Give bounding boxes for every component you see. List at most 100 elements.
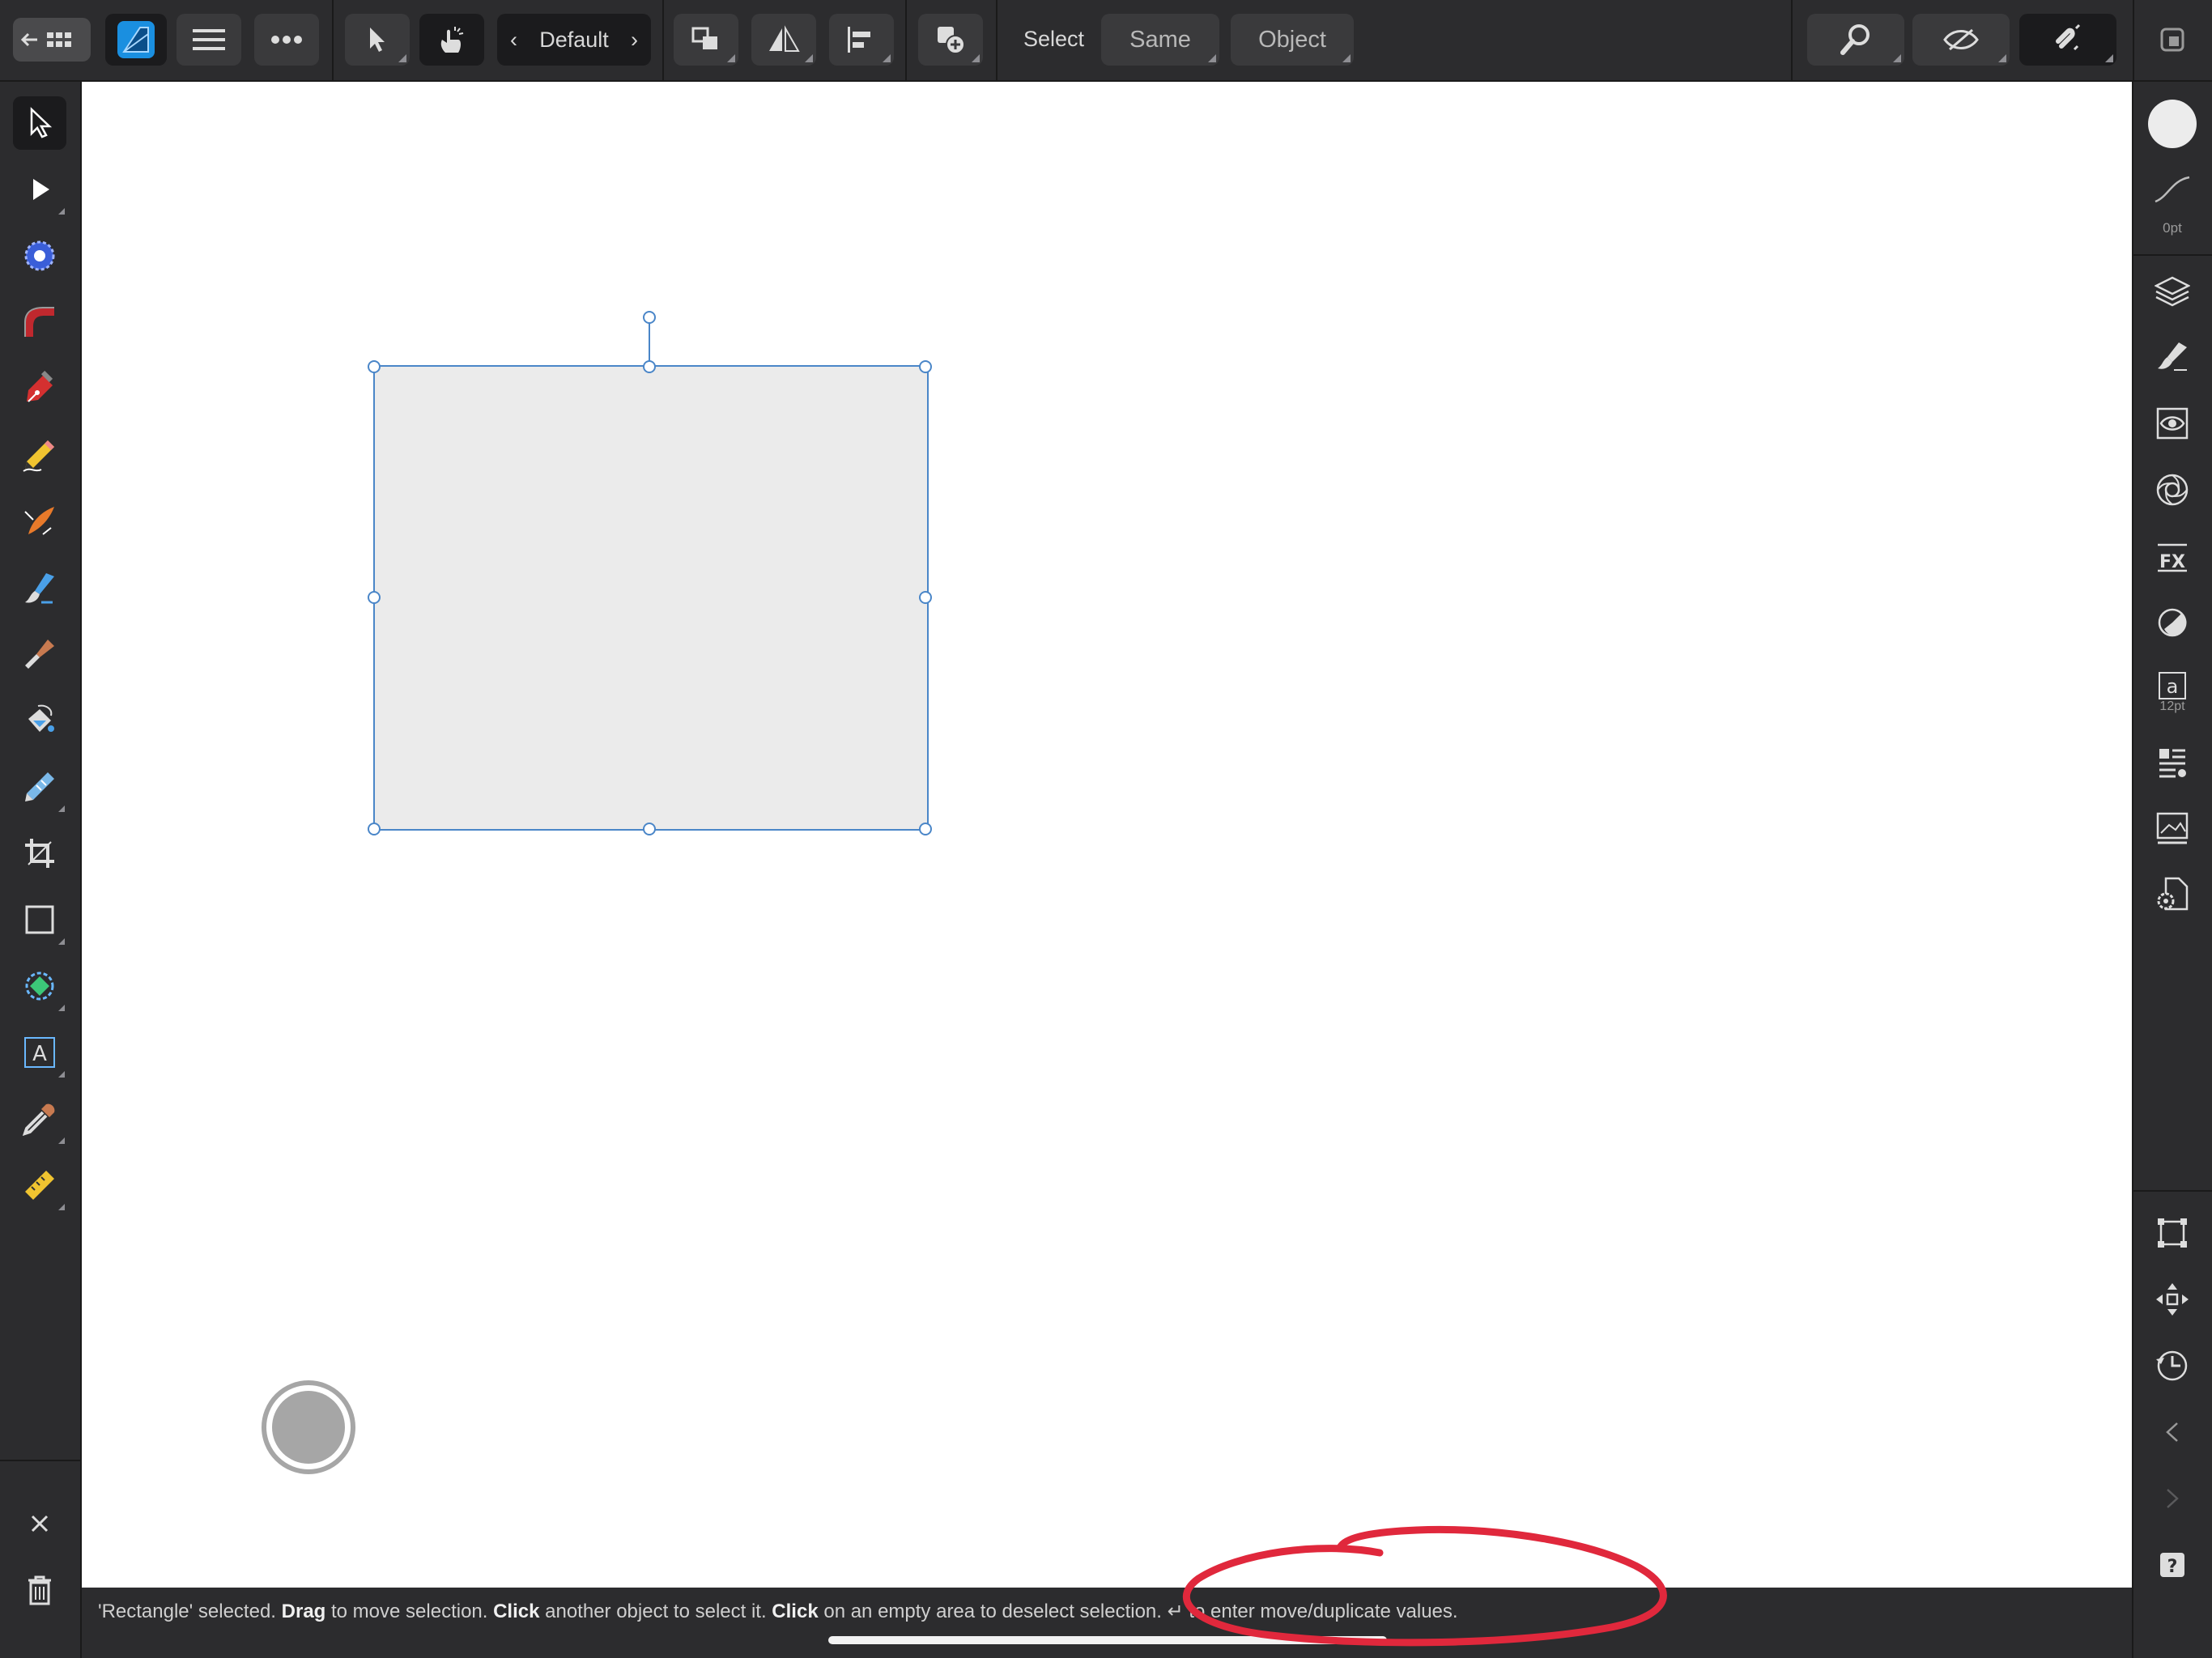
- chevron-left-icon[interactable]: ‹: [510, 28, 517, 53]
- appearance-panel-button[interactable]: [2146, 397, 2199, 450]
- text-size-label: 12pt: [2159, 699, 2185, 713]
- command-controller[interactable]: [262, 1380, 355, 1474]
- pencil-tool[interactable]: [13, 428, 66, 482]
- select-object-button[interactable]: Object: [1231, 14, 1354, 66]
- shape-builder-tool[interactable]: [13, 760, 66, 814]
- handle-top-center[interactable]: [643, 360, 656, 373]
- styles-panel-button[interactable]: [2146, 596, 2199, 649]
- navigator-panel-button[interactable]: [2146, 1273, 2199, 1326]
- transparency-tool[interactable]: [13, 694, 66, 747]
- rectangle-tool[interactable]: [13, 893, 66, 946]
- artistic-text-tool[interactable]: A: [13, 1026, 66, 1079]
- history-panel-button[interactable]: [2146, 1339, 2199, 1392]
- styles-icon: [2158, 608, 2187, 637]
- trash-icon: [28, 1575, 51, 1605]
- touch-mode-button[interactable]: [419, 14, 484, 66]
- paragraph-panel-button[interactable]: [2146, 735, 2199, 789]
- measure-tool[interactable]: [13, 1158, 66, 1212]
- close-button[interactable]: [13, 1497, 66, 1550]
- move-tool-icon: [30, 107, 53, 138]
- stock-panel-button[interactable]: [2146, 801, 2199, 855]
- move-arrows-icon: [2156, 1283, 2189, 1316]
- select-object-label: Object: [1258, 26, 1326, 53]
- top-toolbar: ‹ Default › Select Same Object: [0, 0, 2212, 82]
- ellipsis-icon: [271, 36, 302, 44]
- effects-panel-button[interactable]: FX: [2146, 529, 2199, 583]
- redo-button[interactable]: [2146, 1472, 2199, 1525]
- document-menu-button[interactable]: [177, 14, 241, 66]
- arrange-button[interactable]: [674, 14, 738, 66]
- handle-bottom-right[interactable]: [919, 823, 932, 835]
- point-transform-tool[interactable]: [13, 295, 66, 349]
- annotation-ellipse: [1182, 1525, 1667, 1647]
- select-label: Select: [1023, 27, 1085, 51]
- eyedropper-icon: [22, 1103, 55, 1137]
- help-button[interactable]: ?: [2146, 1538, 2199, 1592]
- fill-tool[interactable]: [13, 561, 66, 614]
- undo-button[interactable]: [2146, 1405, 2199, 1459]
- paint-brush-tool[interactable]: [13, 627, 66, 681]
- node-tool[interactable]: [13, 163, 66, 216]
- color-picker-tool[interactable]: [13, 1092, 66, 1146]
- more-button[interactable]: [254, 14, 319, 66]
- pen-nib-icon: [27, 371, 53, 402]
- hint-bold-click: Click: [493, 1601, 540, 1622]
- delete-button[interactable]: [13, 1563, 66, 1617]
- rotation-handle[interactable]: [643, 311, 656, 324]
- fill-color-swatch[interactable]: [2146, 97, 2199, 151]
- hint-part: to move selection.: [325, 1601, 494, 1622]
- rectangle-shape[interactable]: [373, 365, 929, 831]
- svg-text:?: ?: [2167, 1557, 2178, 1577]
- crop-tool[interactable]: [13, 827, 66, 880]
- pen-tool[interactable]: [13, 362, 66, 415]
- snapping-button[interactable]: [2019, 14, 2116, 66]
- tools-panel: A: [0, 82, 82, 1658]
- document-canvas[interactable]: [82, 82, 2132, 1588]
- stroke-swatch[interactable]: [2146, 168, 2199, 209]
- persona-designer-button[interactable]: [105, 14, 167, 66]
- handle-top-right[interactable]: [919, 360, 932, 373]
- hint-part: 'Rectangle' selected.: [98, 1601, 282, 1622]
- corner-shape-icon: [24, 307, 54, 337]
- select-same-button[interactable]: Same: [1101, 14, 1219, 66]
- view-toggle-button[interactable]: [2147, 14, 2197, 66]
- transform-icon: [2158, 1218, 2187, 1248]
- vector-brush-tool[interactable]: [13, 495, 66, 548]
- align-button[interactable]: [829, 14, 894, 66]
- handle-middle-right[interactable]: [919, 591, 932, 604]
- handle-bottom-left[interactable]: [368, 823, 381, 835]
- handle-bottom-center[interactable]: [643, 823, 656, 835]
- corner-tool[interactable]: [13, 229, 66, 283]
- corner-tool-icon: [24, 240, 55, 271]
- flip-icon: [769, 25, 800, 52]
- arrow-cursor-icon: [370, 28, 385, 52]
- move-tool[interactable]: [13, 96, 66, 150]
- handle-middle-left[interactable]: [368, 591, 381, 604]
- pencil-icon: [23, 440, 54, 472]
- context-preset-selector[interactable]: ‹ Default ›: [497, 14, 651, 66]
- handle-top-left[interactable]: [368, 360, 381, 373]
- hint-part: another object to select it.: [539, 1601, 772, 1622]
- arrange-icon: [691, 27, 717, 49]
- gradient-brush-icon: [25, 772, 54, 801]
- document-settings-button[interactable]: [2146, 868, 2199, 921]
- fx-icon: FX: [2158, 543, 2187, 572]
- selection-mode-button[interactable]: [345, 14, 410, 66]
- view-mode-button[interactable]: [1912, 14, 2010, 66]
- hamburger-icon: [193, 29, 225, 50]
- rectangle-icon: [25, 905, 54, 934]
- hint-part: on an empty area to deselect selection.: [818, 1601, 1168, 1622]
- rotation-handle-stem: [649, 317, 650, 367]
- flip-button[interactable]: [751, 14, 816, 66]
- hint-bold-drag: Drag: [281, 1601, 326, 1622]
- view-zoom-button[interactable]: [1807, 14, 1904, 66]
- color-panel-button[interactable]: [2146, 463, 2199, 517]
- stock-images-icon: [2156, 812, 2189, 844]
- transform-panel-button[interactable]: [2146, 1206, 2199, 1260]
- vector-crop-tool[interactable]: [13, 959, 66, 1013]
- brushes-panel-button[interactable]: [2146, 330, 2199, 384]
- layers-panel-button[interactable]: [2146, 264, 2199, 317]
- chevron-right-icon[interactable]: ›: [631, 28, 638, 53]
- boolean-add-button[interactable]: [918, 14, 983, 66]
- back-to-gallery-button[interactable]: [13, 18, 91, 62]
